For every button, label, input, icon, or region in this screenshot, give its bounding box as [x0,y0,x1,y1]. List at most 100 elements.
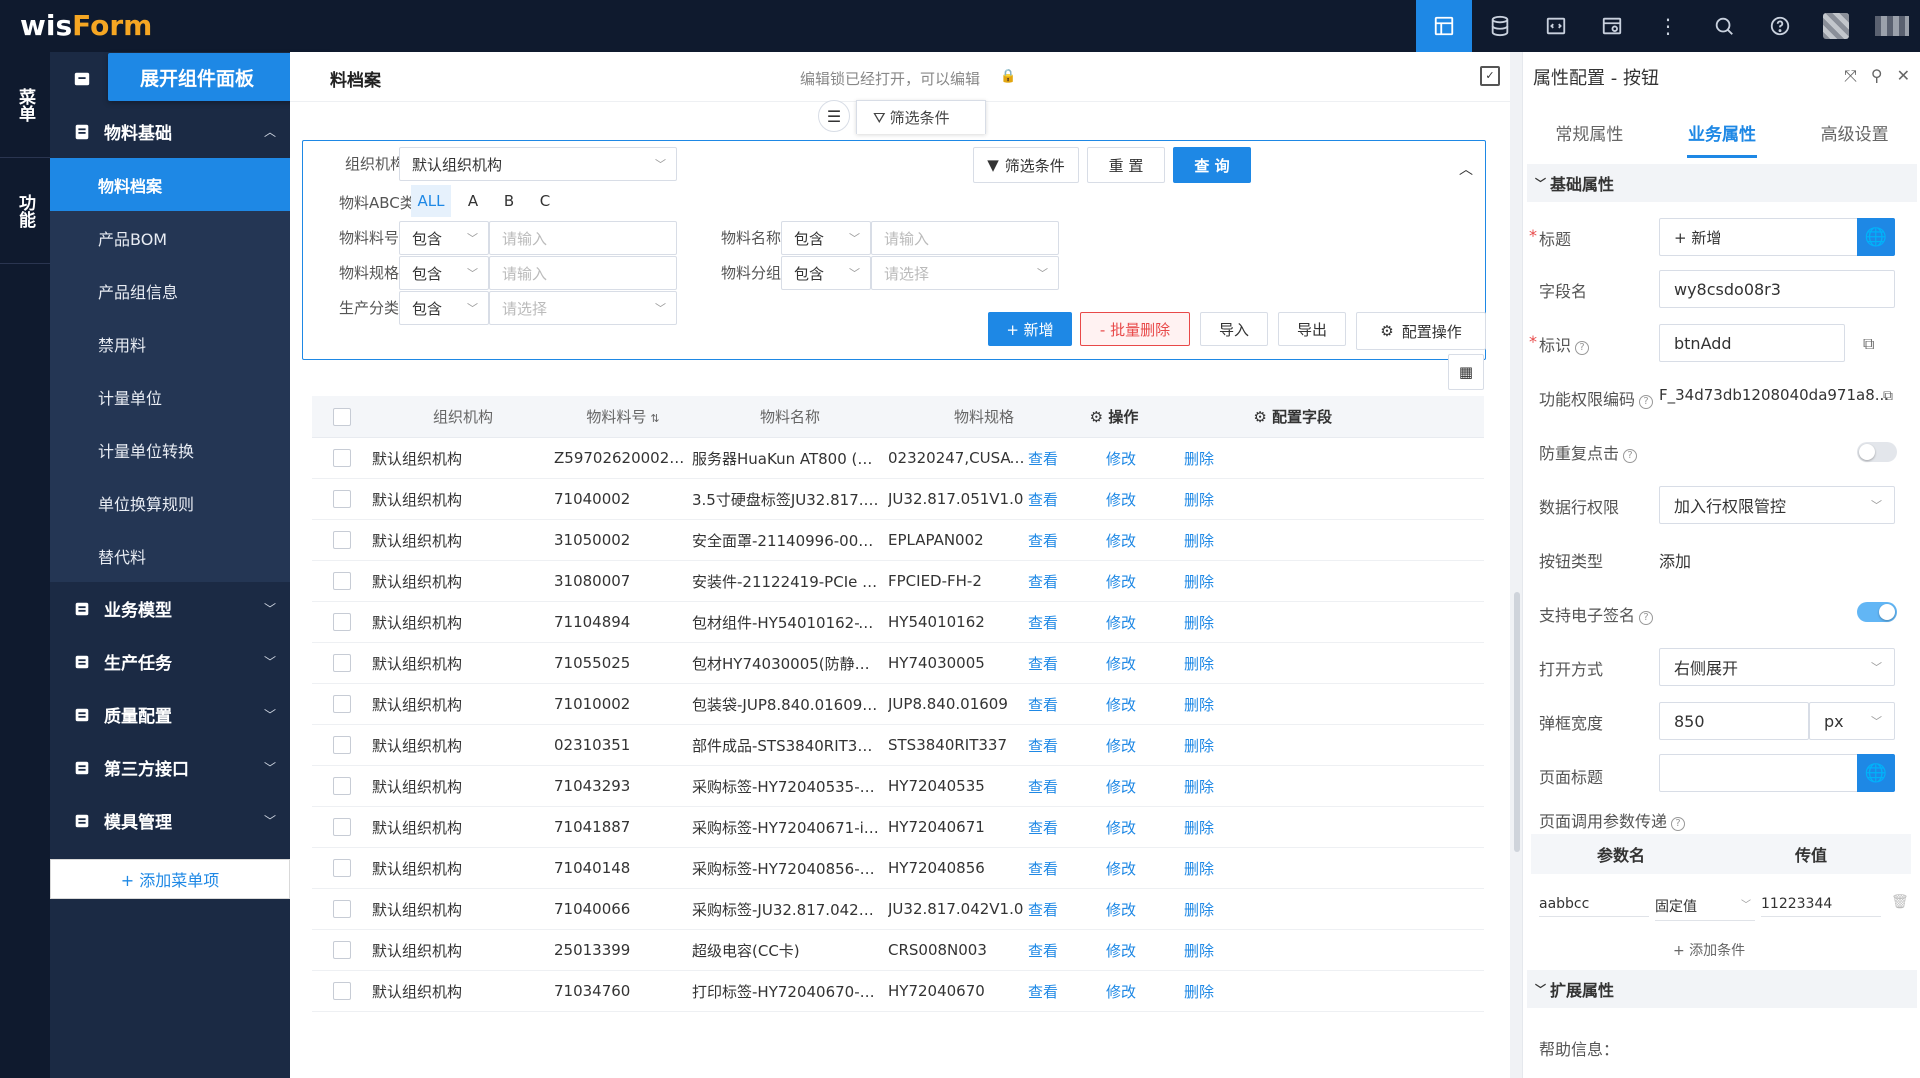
row-checkbox[interactable] [333,859,351,877]
param-name-input[interactable]: aabbcc [1539,896,1649,917]
row-checkbox[interactable] [333,449,351,467]
more-icon[interactable]: ⋮ [1640,0,1696,52]
sidebar-subitem[interactable]: 产品BOM [50,211,290,264]
add-button[interactable]: + 新增 [988,312,1072,346]
edit-link[interactable]: 修改 [1106,940,1184,961]
sidebar-subitem[interactable]: 计量单位 [50,370,290,423]
sidebar-subitem[interactable]: 产品组信息 [50,264,290,317]
layout-icon[interactable] [1416,0,1472,52]
title-input[interactable]: + 新增 🌐 [1659,218,1895,256]
edit-link[interactable]: 修改 [1106,981,1184,1002]
add-menu-button[interactable]: + 添加菜单项 [50,859,290,899]
param-value-input[interactable]: 11223344 [1761,896,1881,917]
code-input[interactable]: 请输入 [489,221,677,255]
code-operator-select[interactable]: 包含 ﹀ [399,221,489,255]
help-icon[interactable]: ? [1639,611,1654,625]
table-row[interactable]: 默认组织机构 71104894 包材组件-HY54010162-TG22-AHY54… [312,602,1484,643]
view-link[interactable]: 查看 [1028,653,1106,674]
help-icon[interactable]: ? [1575,341,1590,355]
name-input[interactable]: 请输入 [871,221,1059,255]
table-row[interactable]: 默认组织机构 71040066 采购标签-JU32.817.042V1.0-条码JU… [312,889,1484,930]
id-input[interactable]: btnAdd [1659,324,1845,362]
open-select[interactable]: 右侧展开 ﹀ [1659,648,1895,686]
settings-window-icon[interactable] [1584,0,1640,52]
vertical-scrollbar[interactable] [1514,592,1520,852]
export-button[interactable]: 导出 [1278,312,1346,346]
row-checkbox[interactable] [333,818,351,836]
search-icon[interactable] [1696,0,1752,52]
sidebar-group-material[interactable]: 物料基础 ︿ [50,105,290,158]
header-config-fields[interactable]: ⚙ 配置字段 [1214,406,1338,427]
table-row[interactable]: 默认组织机构 31050002 安全面罩-21140996-002-2U机箱EPLA… [312,520,1484,561]
delete-link[interactable]: 删除 [1184,612,1262,633]
import-button[interactable]: 导入 [1200,312,1268,346]
tab-advanced[interactable]: 高级设置 [1788,102,1920,162]
view-link[interactable]: 查看 [1028,571,1106,592]
view-link[interactable]: 查看 [1028,489,1106,510]
param-type-select[interactable]: 固定值 ﹀ [1655,896,1755,921]
globe-icon[interactable]: 🌐 [1857,218,1895,256]
table-row[interactable]: 默认组织机构 Z59702620002199 服务器HuaKun AT800 (Mo… [312,438,1484,479]
table-row[interactable]: 默认组织机构 71055025 包材HY74030005(防静电覆膜) HY74030… [312,643,1484,684]
row-checkbox[interactable] [333,613,351,631]
delete-link[interactable]: 删除 [1184,448,1262,469]
batch-delete-button[interactable]: - 批量删除 [1080,312,1190,346]
abc-option-c[interactable]: C [529,185,561,217]
sidebar-subitem[interactable]: 替代料 [50,529,290,582]
edit-link[interactable]: 修改 [1106,776,1184,797]
name-operator-select[interactable]: 包含 ﹀ [781,221,871,255]
edit-link[interactable]: 修改 [1106,612,1184,633]
section-extension[interactable]: ﹀ 扩展属性 [1527,970,1917,1008]
code-icon[interactable] [1528,0,1584,52]
row-checkbox[interactable] [333,736,351,754]
save-icon[interactable]: ✓ [1480,66,1500,86]
header-code[interactable]: 物料料号 ⇅ [554,406,692,427]
database-icon[interactable] [1472,0,1528,52]
spec-input[interactable]: 请输入 [489,256,677,290]
row-checkbox[interactable] [333,900,351,918]
delete-link[interactable]: 删除 [1184,694,1262,715]
page-title-input[interactable]: 🌐 [1659,754,1895,792]
abc-option-a[interactable]: A [457,185,489,217]
edit-link[interactable]: 修改 [1106,735,1184,756]
delete-link[interactable]: 删除 [1184,776,1262,797]
edit-link[interactable]: 修改 [1106,530,1184,551]
header-spec[interactable]: 物料规格 [888,406,1014,427]
edit-link[interactable]: 修改 [1106,817,1184,838]
delete-link[interactable]: 删除 [1184,735,1262,756]
table-row[interactable]: 默认组织机构 71043293 采购标签-HY72040535-LOGO标签HY72… [312,766,1484,807]
row-checkbox[interactable] [333,941,351,959]
delete-link[interactable]: 删除 [1184,571,1262,592]
table-row[interactable]: 默认组织机构 71034760 打印标签-HY72040670-合格证 HY72040… [312,971,1484,1012]
delete-link[interactable]: 删除 [1184,530,1262,551]
row-checkbox[interactable] [333,490,351,508]
grid-layout-icon[interactable]: ▦ [1448,354,1484,390]
edit-link[interactable]: 修改 [1106,694,1184,715]
view-link[interactable]: 查看 [1028,899,1106,920]
filter-conditions-button[interactable]: ▼ 筛选条件 [973,147,1079,183]
header-name[interactable]: 物料名称 [692,406,888,427]
row-checkbox[interactable] [333,654,351,672]
table-row[interactable]: 默认组织机构 71010002 包装袋-JUP8.840.01609-防静电JUP8… [312,684,1484,725]
esign-toggle[interactable] [1857,602,1897,622]
width-input[interactable]: 850 [1659,702,1809,740]
view-link[interactable]: 查看 [1028,858,1106,879]
row-checkbox[interactable] [333,572,351,590]
filter-settings-icon[interactable]: ☰ [818,100,850,132]
group-select[interactable]: 请选择 ﹀ [871,256,1059,290]
unpin-icon[interactable]: ⤧ [1844,66,1857,86]
sidebar-group[interactable]: 第三方接口 ﹀ [50,741,290,794]
dup-toggle[interactable] [1857,442,1897,462]
help-icon[interactable]: ? [1671,817,1686,831]
edit-link[interactable]: 修改 [1106,448,1184,469]
view-link[interactable]: 查看 [1028,612,1106,633]
query-button[interactable]: 查 询 [1173,147,1251,183]
view-link[interactable]: 查看 [1028,735,1106,756]
sidebar-subitem[interactable]: 计量单位转换 [50,423,290,476]
copy-icon[interactable]: ⧉ [1883,388,1893,404]
view-link[interactable]: 查看 [1028,817,1106,838]
width-unit-select[interactable]: px ﹀ [1809,702,1895,740]
select-all-checkbox[interactable] [333,407,351,426]
delete-link[interactable]: 删除 [1184,817,1262,838]
tab-business[interactable]: 业务属性 [1656,102,1789,162]
